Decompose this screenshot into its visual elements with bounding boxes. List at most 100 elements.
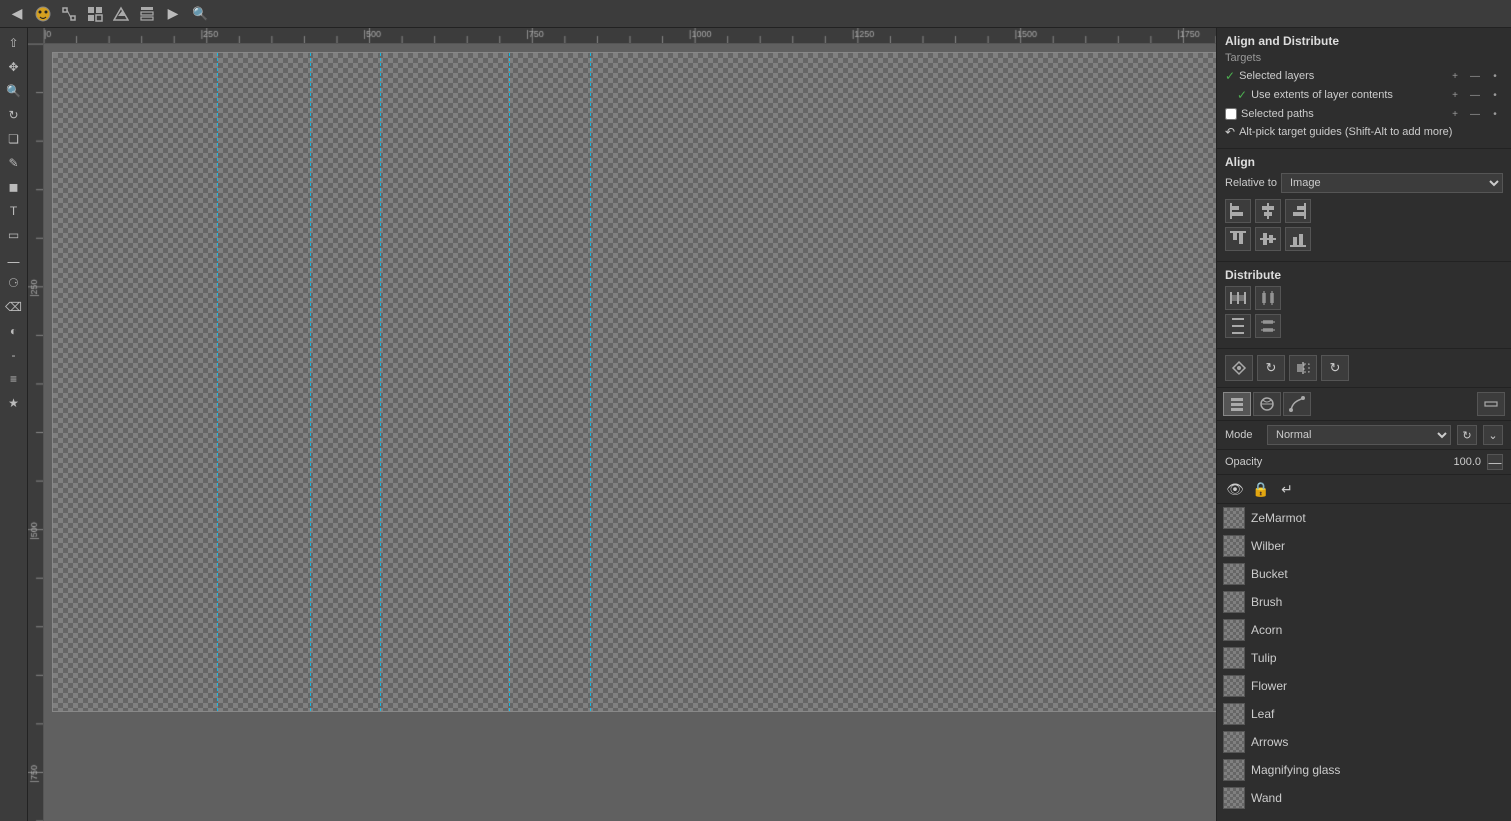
layer-item[interactable]: Acorn bbox=[1217, 616, 1511, 644]
opacity-minus-btn[interactable]: — bbox=[1487, 454, 1503, 470]
layer-item[interactable]: ZeMarmot bbox=[1217, 504, 1511, 532]
use-extents-row: ✓ Use extents of layer contents + — • bbox=[1237, 87, 1503, 103]
mode-row: Mode Normal Dissolve Multiply Screen Ove… bbox=[1217, 421, 1511, 450]
tool-path[interactable]: ⎼ bbox=[3, 248, 25, 270]
selected-paths-icon2[interactable]: — bbox=[1467, 106, 1483, 122]
canvas-bg bbox=[52, 52, 1216, 712]
mode-extra-btn[interactable]: ⌄ bbox=[1483, 425, 1503, 445]
selected-layers-row: ✓ Selected layers + — • bbox=[1225, 68, 1503, 84]
cursor-icon: ↶ bbox=[1225, 125, 1235, 139]
distribute-top-btn[interactable] bbox=[1225, 314, 1251, 338]
layer-name: Wilber bbox=[1251, 539, 1285, 553]
selected-layers-icon1[interactable]: + bbox=[1447, 68, 1463, 84]
grid-icon[interactable] bbox=[84, 3, 106, 25]
search-icon[interactable]: 🔍 bbox=[192, 6, 208, 22]
use-extents-label[interactable]: Use extents of layer contents bbox=[1251, 89, 1393, 101]
tool-align[interactable]: ≡ bbox=[3, 368, 25, 390]
action-rotate-btn[interactable]: ↻ bbox=[1257, 355, 1285, 381]
selected-paths-checkbox[interactable] bbox=[1225, 108, 1237, 120]
layer-item[interactable]: Wand bbox=[1217, 784, 1511, 812]
tool-crop[interactable]: ❏ bbox=[3, 128, 25, 150]
align-top-btn[interactable] bbox=[1225, 227, 1251, 251]
node-icon[interactable] bbox=[58, 3, 80, 25]
wilber-icon[interactable] bbox=[32, 3, 54, 25]
align-left-btn[interactable] bbox=[1225, 199, 1251, 223]
layer-thumbnail bbox=[1223, 507, 1245, 529]
layer-name: Brush bbox=[1251, 595, 1282, 609]
relative-to-dropdown[interactable]: Image Selection Active Layer First Item … bbox=[1281, 173, 1503, 193]
tool-clone[interactable]: ⚆ bbox=[3, 272, 25, 294]
layer-item[interactable]: Flower bbox=[1217, 672, 1511, 700]
left-sidebar: ⇧ ✥ 🔍 ↻ ❏ ✎ ◼ T ▭ ⎼ ⚆ ⌫ ◐ ‐ ≡ ★ bbox=[0, 28, 28, 821]
distribute-middle-btn[interactable] bbox=[1255, 314, 1281, 338]
layer-thumbnail bbox=[1223, 563, 1245, 585]
layer-item[interactable]: Brush bbox=[1217, 588, 1511, 616]
action-reset-btn[interactable]: ↻ bbox=[1321, 355, 1349, 381]
guide-line bbox=[509, 53, 510, 711]
tool-measure[interactable]: ‐ bbox=[3, 344, 25, 366]
tool-fill[interactable]: ◼ bbox=[3, 176, 25, 198]
use-extents-check: ✓ bbox=[1237, 88, 1247, 102]
tool-text[interactable]: T bbox=[3, 200, 25, 222]
use-extents-icon2[interactable]: — bbox=[1467, 87, 1483, 103]
align-center-h-btn[interactable] bbox=[1255, 199, 1281, 223]
layer-thumbnail bbox=[1223, 675, 1245, 697]
selected-layers-label[interactable]: Selected layers bbox=[1239, 70, 1314, 82]
selected-layers-icon2[interactable]: — bbox=[1467, 68, 1483, 84]
layer-name: Acorn bbox=[1251, 623, 1282, 637]
use-extents-icon1[interactable]: + bbox=[1447, 87, 1463, 103]
visibility-toggle[interactable]: 👁 bbox=[1225, 479, 1245, 499]
tool-eraser[interactable]: ⌫ bbox=[3, 296, 25, 318]
layer-item[interactable]: Leaf bbox=[1217, 700, 1511, 728]
tool-gradient[interactable]: ◐ bbox=[3, 320, 25, 342]
right-arrow-icon[interactable]: ▶ bbox=[162, 3, 184, 25]
mode-reset-btn[interactable]: ↻ bbox=[1457, 425, 1477, 445]
layer-name: Arrows bbox=[1251, 735, 1288, 749]
selected-paths-icon3[interactable]: • bbox=[1487, 106, 1503, 122]
layer-thumbnail bbox=[1223, 591, 1245, 613]
selected-layers-icon3[interactable]: • bbox=[1487, 68, 1503, 84]
tool-paint[interactable]: ✎ bbox=[3, 152, 25, 174]
tab-channels[interactable] bbox=[1253, 392, 1281, 416]
use-extents-icon3[interactable]: • bbox=[1487, 87, 1503, 103]
tool-smudge[interactable]: ★ bbox=[3, 392, 25, 414]
distribute-left-btn[interactable] bbox=[1225, 286, 1251, 310]
tab-extra[interactable] bbox=[1477, 392, 1505, 416]
use-extents-group: ✓ Use extents of layer contents + — • bbox=[1237, 87, 1503, 103]
layer-item[interactable]: Wilber bbox=[1217, 532, 1511, 560]
layers-icon[interactable] bbox=[136, 3, 158, 25]
layer-item[interactable]: Tulip bbox=[1217, 644, 1511, 672]
canvas-scroll[interactable] bbox=[44, 44, 1216, 821]
tool-rotate[interactable]: ↻ bbox=[3, 104, 25, 126]
align-middle-btn[interactable] bbox=[1255, 227, 1281, 251]
action-offset-btn[interactable] bbox=[1225, 355, 1253, 381]
selected-paths-icon1[interactable]: + bbox=[1447, 106, 1463, 122]
tab-paths[interactable] bbox=[1283, 392, 1311, 416]
layer-list: ZeMarmot Wilber Bucket Brush Acorn TulipFlowe… bbox=[1217, 504, 1511, 821]
layer-item[interactable]: Bucket bbox=[1217, 560, 1511, 588]
tool-move[interactable]: ✥ bbox=[3, 56, 25, 78]
align-right-btn[interactable] bbox=[1285, 199, 1311, 223]
main-area: ⇧ ✥ 🔍 ↻ ❏ ✎ ◼ T ▭ ⎼ ⚆ ⌫ ◐ ‐ ≡ ★ bbox=[0, 28, 1511, 821]
guide-line bbox=[380, 53, 381, 711]
tool-select[interactable]: ▭ bbox=[3, 224, 25, 246]
action-flip-btn[interactable] bbox=[1289, 355, 1317, 381]
nav-left-icon[interactable]: ◀ bbox=[6, 3, 28, 25]
distribute-center-h-btn[interactable] bbox=[1255, 286, 1281, 310]
selected-paths-row: Selected paths + — • bbox=[1225, 106, 1503, 122]
tool-zoom[interactable]: 🔍 bbox=[3, 80, 25, 102]
layer-item[interactable]: Magnifying glass bbox=[1217, 756, 1511, 784]
mountain-icon[interactable] bbox=[110, 3, 132, 25]
align-v-buttons bbox=[1225, 227, 1503, 251]
selected-layers-icons: + — • bbox=[1447, 68, 1503, 84]
tab-layers[interactable] bbox=[1223, 392, 1251, 416]
lock-toggle[interactable]: 🔒 bbox=[1251, 479, 1271, 499]
layer-item[interactable]: Arrows bbox=[1217, 728, 1511, 756]
align-bottom-btn[interactable] bbox=[1285, 227, 1311, 251]
guide-line bbox=[217, 53, 218, 711]
tool-pointer[interactable]: ⇧ bbox=[3, 32, 25, 54]
ruler-row bbox=[28, 28, 1216, 44]
relative-to-label: Relative to bbox=[1225, 177, 1277, 189]
layer-thumbnail bbox=[1223, 759, 1245, 781]
mode-dropdown[interactable]: Normal Dissolve Multiply Screen Overlay bbox=[1267, 425, 1451, 445]
